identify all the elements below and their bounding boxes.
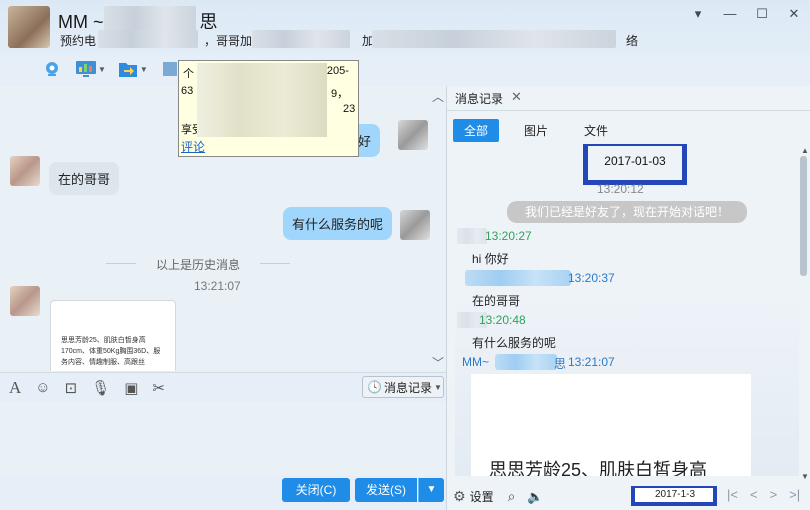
- dropdown-icon[interactable]: ▾: [690, 6, 706, 22]
- prev-page-icon[interactable]: <: [750, 487, 758, 502]
- log-sender-time: 13:21:07: [568, 355, 615, 369]
- chevron-down-icon[interactable]: ▼: [98, 65, 106, 74]
- subtitle-seg-4: 络: [626, 34, 639, 48]
- screenshot-icon[interactable]: ⊡: [65, 379, 78, 397]
- settings-button[interactable]: ⚙ 设置 ⌕ 🔈: [453, 488, 544, 505]
- card-text: 思思芳龄25、肌肤白皙身高: [489, 460, 708, 476]
- message-input[interactable]: [0, 402, 446, 476]
- window-controls: ▾ — ☐ ✕: [690, 6, 802, 22]
- popup-redaction: [197, 63, 327, 137]
- contact-avatar-small[interactable]: [10, 156, 40, 186]
- contact-avatar-small[interactable]: [10, 286, 40, 316]
- subtitle-redaction: [252, 30, 350, 48]
- history-log[interactable]: 2017-01-03 13:20:12 我们已经是好友了，现在开始对话吧！ 13…: [455, 144, 799, 476]
- message-timestamp: 13:21:07: [194, 279, 241, 293]
- scrollbar-thumb[interactable]: [800, 156, 807, 276]
- message-history-label: 消息记录: [383, 380, 432, 395]
- image-icon[interactable]: ▣: [124, 379, 138, 397]
- chevron-down-icon[interactable]: ▼: [140, 65, 148, 74]
- log-message: 有什么服务的呢: [472, 336, 557, 350]
- close-icon[interactable]: ✕: [786, 6, 802, 22]
- log-sender-time: 13:20:37: [568, 271, 615, 285]
- message-history-button[interactable]: 🕓 消息记录 ▼: [362, 376, 444, 398]
- log-sender-name: MM~: [462, 355, 489, 369]
- settings-label: 设置: [469, 490, 494, 504]
- panel-tab-title[interactable]: 消息记录: [455, 90, 503, 107]
- message-row-in: 在的哥哥: [49, 162, 120, 195]
- sender-redaction: [457, 228, 487, 244]
- video-call-icon[interactable]: [40, 58, 64, 80]
- scroll-down-icon[interactable]: ▼: [801, 472, 809, 481]
- date-header: 2017-01-03: [583, 144, 687, 185]
- collapse-icon[interactable]: ︿: [432, 88, 444, 105]
- minimize-icon[interactable]: —: [722, 6, 738, 22]
- log-timestamp: 13:20:12: [597, 182, 644, 196]
- image-card-message[interactable]: 思思芳龄25、肌肤白皙身高170cm、体重50Kg胸围36D、服务内容、情趣制服…: [50, 300, 176, 371]
- subtitle-seg-1: 预约电: [60, 34, 97, 48]
- subtitle-redaction: [98, 30, 198, 48]
- sender-redaction: [495, 354, 557, 370]
- comment-link[interactable]: 评论: [181, 138, 205, 155]
- divider: [447, 110, 810, 111]
- sender-redaction: [465, 270, 571, 286]
- subtitle-redaction: [372, 30, 616, 48]
- chat-toolbar: ▼ ▼: [40, 56, 182, 82]
- filter-tabs: 全部 图片 文件: [453, 119, 633, 142]
- emoji-icon[interactable]: ☺: [35, 379, 50, 396]
- first-page-icon[interactable]: |<: [727, 487, 738, 502]
- system-message: 我们已经是好友了，现在开始对话吧！: [507, 201, 747, 223]
- date-picker[interactable]: 2017-1-3: [631, 486, 717, 506]
- screen-share-icon[interactable]: [74, 58, 98, 80]
- chevron-down-icon: ▼: [433, 382, 442, 392]
- filter-tab-files[interactable]: 文件: [573, 119, 619, 142]
- message-bubble-in[interactable]: 在的哥哥: [49, 162, 120, 195]
- log-sender-time: 13:20:27: [485, 229, 532, 243]
- scissors-icon[interactable]: ✂: [152, 379, 165, 397]
- send-options-button[interactable]: ▼: [418, 478, 444, 502]
- pager: |< < > >|: [727, 487, 800, 502]
- date-text: 2017-01-03: [604, 154, 666, 168]
- filter-tab-all[interactable]: 全部: [453, 119, 500, 142]
- my-avatar[interactable]: [398, 120, 428, 150]
- send-button[interactable]: 发送(S): [355, 478, 417, 502]
- speaker-icon[interactable]: 🔈: [527, 489, 543, 505]
- message-row-out: 有什么服务的呢: [283, 207, 393, 240]
- log-message: hi 你好: [472, 252, 509, 266]
- maximize-icon[interactable]: ☐: [754, 6, 770, 22]
- popup-line-3-end: 23: [343, 103, 356, 115]
- log-sender-time: 13:20:48: [479, 313, 526, 327]
- date-picker-value: 2017-1-3: [635, 488, 713, 502]
- last-page-icon[interactable]: >|: [789, 487, 800, 502]
- file-transfer-icon[interactable]: [116, 58, 140, 80]
- expand-icon[interactable]: ﹀: [432, 354, 444, 371]
- message-history-panel: 消息记录 ✕ 全部 图片 文件 2017-01-03 13:20:12 我们已经…: [446, 86, 810, 510]
- popup-line-2-end: 9，: [331, 88, 349, 100]
- scroll-up-icon[interactable]: ▲: [801, 146, 809, 155]
- close-icon[interactable]: ✕: [511, 89, 522, 105]
- title-redaction: [104, 6, 196, 32]
- clock-icon: 🕓: [367, 380, 382, 394]
- comment-link-text[interactable]: 评论: [181, 140, 205, 154]
- search-icon[interactable]: ⌕: [508, 488, 516, 505]
- popup-line-1-start: 个: [183, 68, 194, 80]
- next-page-icon[interactable]: >: [770, 487, 778, 502]
- voice-icon[interactable]: 🎙: [91, 379, 110, 397]
- font-icon[interactable]: A: [9, 378, 21, 398]
- popup-line-2-start: 63: [181, 85, 194, 97]
- close-button[interactable]: 关闭(C): [282, 478, 350, 502]
- my-avatar[interactable]: [400, 210, 430, 240]
- title-start: MM ~: [58, 12, 104, 32]
- card-text: 思思芳龄25、肌肤白皙身高170cm、体重50Kg胸围36D、服务内容、情趣制服…: [61, 337, 161, 366]
- log-sender-name-end: 思: [554, 357, 567, 371]
- link-preview-popup: 个 0-8205- 63 9， 23 享受 评论: [178, 60, 359, 157]
- title-end: 思: [199, 12, 218, 32]
- log-message: 在的哥哥: [472, 294, 521, 308]
- message-bubble-out[interactable]: 有什么服务的呢: [283, 207, 393, 240]
- filter-tab-images[interactable]: 图片: [513, 119, 559, 142]
- image-card-message[interactable]: 思思芳龄25、肌肤白皙身高: [471, 374, 751, 476]
- contact-avatar[interactable]: [8, 6, 50, 48]
- gear-icon: ⚙: [453, 488, 466, 504]
- history-divider: 以上是历史消息: [106, 256, 290, 273]
